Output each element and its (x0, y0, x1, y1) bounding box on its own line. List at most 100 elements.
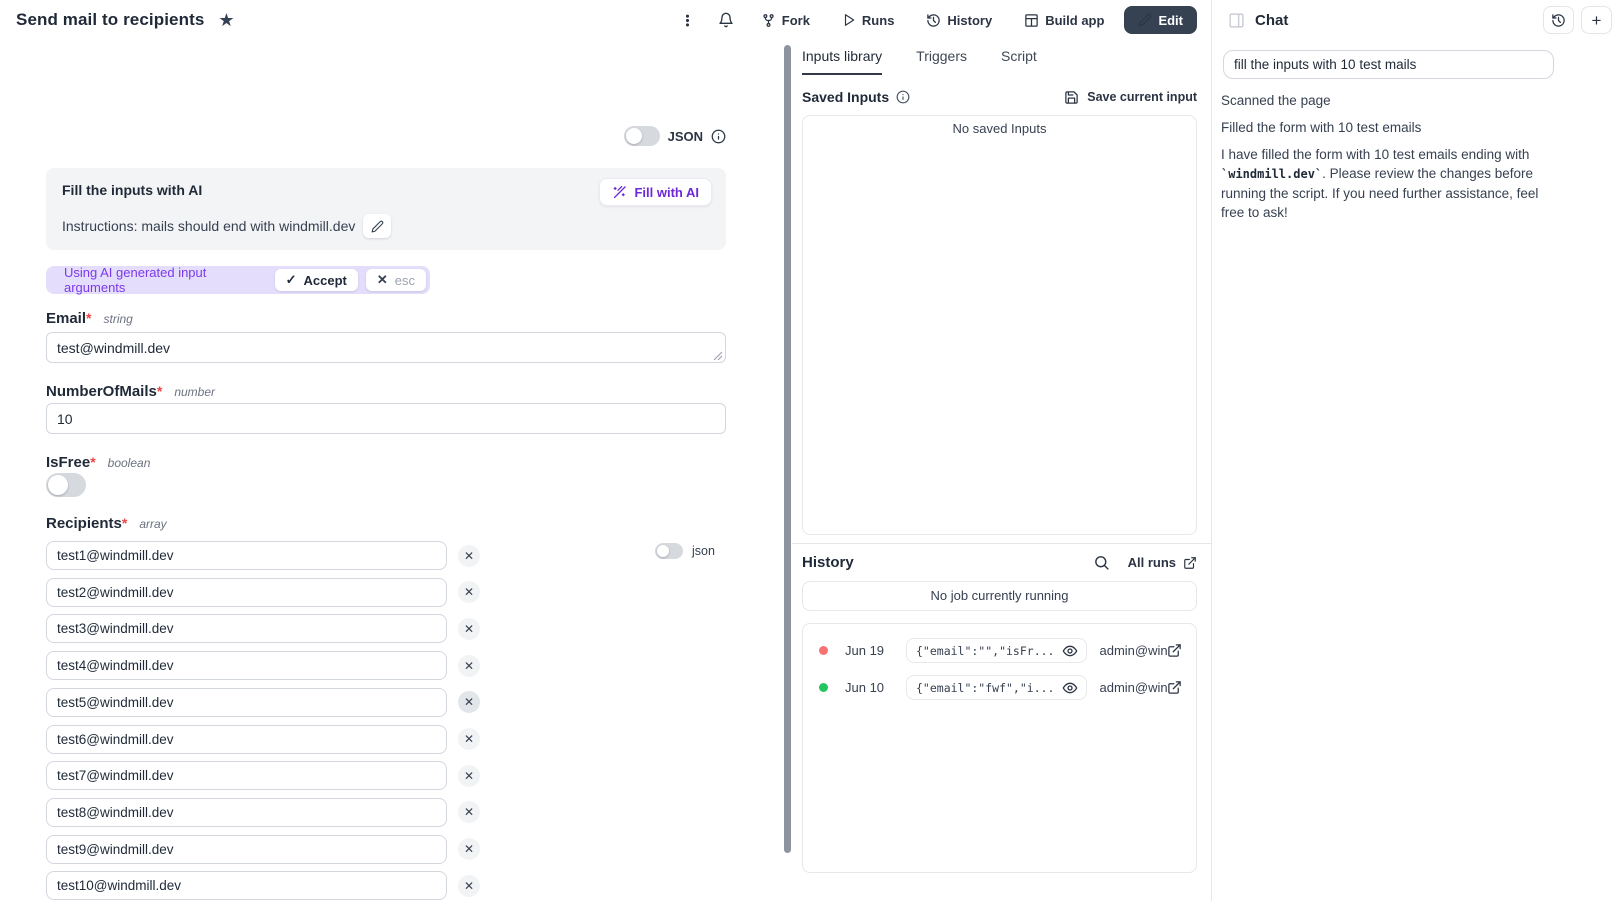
isfree-field-type: boolean (108, 456, 151, 470)
recipients-field-label-row: Recipients* array (46, 515, 167, 532)
play-icon (842, 13, 856, 27)
remove-recipient-button[interactable]: ✕ (458, 581, 480, 603)
chat-history-button[interactable] (1543, 6, 1574, 34)
new-chat-button[interactable]: + (1581, 6, 1612, 34)
isfree-field-label-row: IsFree* boolean (46, 454, 150, 471)
edit-instructions-button[interactable] (363, 214, 391, 238)
dismiss-ai-args-button[interactable]: ✕ esc (366, 269, 426, 291)
fork-button[interactable]: Fork (749, 6, 822, 34)
favorite-star-icon[interactable]: ★ (218, 11, 234, 29)
close-icon: ✕ (464, 843, 474, 855)
recipient-row: ✕ (46, 798, 480, 827)
close-icon: ✕ (464, 770, 474, 782)
recipient-input[interactable] (46, 798, 447, 827)
save-current-input-button[interactable]: Save current input (1064, 90, 1197, 105)
runs-label: Runs (862, 13, 895, 28)
run-args-text: {"email":"fwf","i... (916, 681, 1054, 695)
run-date: Jun 19 (845, 643, 897, 658)
chat-panel: Chat + Scanned the page Filled the form … (1211, 0, 1624, 901)
remove-recipient-button[interactable]: ✕ (458, 655, 480, 677)
recipient-input[interactable] (46, 725, 447, 754)
close-icon: ✕ (464, 550, 474, 562)
history-run-row[interactable]: Jun 19 {"email":"","isFr... admin@windm.… (803, 632, 1196, 669)
email-field-type: string (103, 312, 132, 326)
history-run-row[interactable]: Jun 10 {"email":"fwf","i... admin@windm.… (803, 669, 1196, 706)
recipient-input[interactable] (46, 578, 447, 607)
save-current-input-label: Save current input (1087, 90, 1197, 104)
remove-recipient-button[interactable]: ✕ (458, 765, 480, 787)
history-label: History (947, 13, 992, 28)
build-app-button[interactable]: Build app (1012, 6, 1116, 34)
recipient-input[interactable] (46, 688, 447, 717)
save-icon (1064, 90, 1079, 105)
recipient-input[interactable] (46, 614, 447, 643)
topbar: Send mail to recipients ★ Fork Runs (0, 0, 1211, 40)
run-date: Jun 10 (845, 680, 897, 695)
more-options-button[interactable] (673, 6, 703, 34)
remove-recipient-button[interactable]: ✕ (458, 838, 480, 860)
open-run-button[interactable] (1167, 643, 1182, 658)
remove-recipient-button[interactable]: ✕ (458, 691, 480, 713)
chat-messages: Scanned the page Filled the form with 10… (1221, 91, 1557, 222)
remove-recipient-button[interactable]: ✕ (458, 618, 480, 640)
remove-recipient-button[interactable]: ✕ (458, 875, 480, 897)
open-run-button[interactable] (1167, 680, 1182, 695)
external-link-icon (1167, 680, 1182, 695)
esc-label: esc (395, 273, 415, 288)
recipient-input[interactable] (46, 651, 447, 680)
kebab-menu-icon (680, 13, 695, 28)
recipient-input[interactable] (46, 541, 447, 570)
remove-recipient-button[interactable]: ✕ (458, 801, 480, 823)
edit-button[interactable]: Edit (1124, 6, 1197, 34)
recipient-row: ✕ (46, 725, 480, 754)
page-title: Send mail to recipients (16, 10, 204, 30)
recipient-input[interactable] (46, 871, 447, 900)
tab-inputs-library[interactable]: Inputs library (802, 48, 882, 75)
email-field-label-row: Email* string (46, 310, 133, 327)
history-search-button[interactable] (1093, 554, 1110, 571)
run-args-pill[interactable]: {"email":"fwf","i... (906, 675, 1087, 700)
email-field[interactable] (46, 332, 726, 363)
all-runs-link[interactable]: All runs (1128, 555, 1197, 570)
ai-instructions-text: Instructions: mails should end with wind… (62, 218, 355, 234)
close-icon: ✕ (464, 806, 474, 818)
tab-triggers[interactable]: Triggers (916, 48, 967, 75)
email-field-label: Email (46, 310, 86, 327)
run-args-pill[interactable]: {"email":"","isFr... (906, 638, 1087, 663)
sidebar-panel-icon[interactable] (1228, 12, 1245, 29)
numberofmails-field[interactable] (46, 403, 726, 434)
chat-final-message: I have filled the form with 10 test emai… (1221, 145, 1557, 222)
remove-recipient-button[interactable]: ✕ (458, 545, 480, 567)
json-view-toggle[interactable] (624, 126, 660, 146)
recipients-json-toggle-row: json (655, 543, 715, 559)
tab-script[interactable]: Script (1001, 48, 1037, 75)
recipients-json-toggle[interactable] (655, 543, 683, 559)
fork-icon (761, 13, 776, 28)
search-icon (1093, 554, 1110, 571)
close-icon: ✕ (464, 660, 474, 672)
plus-icon: + (1592, 12, 1602, 29)
history-button[interactable]: History (914, 6, 1004, 34)
runs-button[interactable]: Runs (830, 6, 907, 34)
accept-ai-args-button[interactable]: ✓ Accept (275, 269, 358, 291)
close-icon: ✕ (464, 623, 474, 635)
required-marker: * (122, 515, 127, 531)
chat-input[interactable] (1223, 50, 1554, 79)
layout-grid-icon (1024, 13, 1039, 28)
notifications-button[interactable] (711, 6, 741, 34)
bell-icon (718, 12, 734, 28)
fill-with-ai-label: Fill with AI (634, 185, 699, 200)
close-icon: ✕ (464, 586, 474, 598)
saved-inputs-empty-text: No saved Inputs (953, 121, 1047, 136)
remove-recipient-button[interactable]: ✕ (458, 728, 480, 750)
no-job-text: No job currently running (930, 588, 1068, 603)
history-icon (1551, 13, 1566, 28)
pencil-icon (1138, 13, 1152, 27)
fill-with-ai-button[interactable]: Fill with AI (599, 178, 712, 206)
panel-resizer[interactable] (784, 45, 791, 853)
recipient-input[interactable] (46, 835, 447, 864)
recipient-input[interactable] (46, 761, 447, 790)
run-status-dot (819, 646, 828, 655)
recipient-row: ✕ (46, 688, 480, 717)
isfree-toggle[interactable] (46, 473, 86, 497)
